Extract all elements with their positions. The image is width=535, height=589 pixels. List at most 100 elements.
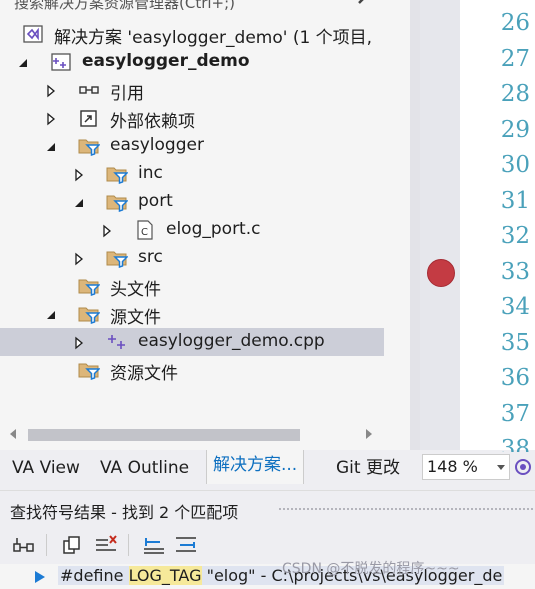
cpp-file-icon [106,332,128,352]
line-number: 32 [500,223,530,249]
tree-item-label: 资源文件 [110,364,178,384]
tree-item-label: port [138,191,173,211]
line-number: 30 [500,152,530,178]
breakpoint-icon[interactable] [427,259,455,287]
scroll-left-arrow-icon[interactable] [10,429,16,439]
tree-item[interactable]: easylogger_demo [0,48,384,76]
zoom-select[interactable]: 148 % [422,454,510,480]
go-to-definition-icon[interactable] [12,534,36,556]
c-file-icon: C [134,220,156,240]
tree-item-label: 引用 [110,84,144,104]
scroll-thumb[interactable] [28,429,300,441]
line-number: 36 [500,365,530,391]
tree-item-label: easylogger_demo [82,51,250,71]
editor-splitter[interactable] [410,0,420,450]
expanded-arrow-icon[interactable] [44,139,58,153]
result-prefix: #define [60,566,129,585]
collapsed-arrow-icon[interactable] [72,251,86,266]
clear-all-icon[interactable] [94,534,118,556]
tool-window-tabs: VA View VA Outline 解决方案... Git 更改 [0,450,410,484]
line-number: 26 [500,10,530,36]
watermark: CSDN @不脱发的程序~~~ [282,561,460,577]
tree-item[interactable]: 源文件 [0,300,384,328]
line-number: 29 [500,116,530,143]
references-icon [78,80,100,100]
vertical-scroll-track[interactable] [385,0,410,424]
zoom-value: 148 % [427,457,478,476]
line-number: 35 [500,329,530,356]
tree-item-label: easylogger [110,135,204,155]
line-number: 27 [500,45,530,72]
tree-item[interactable]: easylogger [0,132,384,160]
collapsed-arrow-icon[interactable] [72,167,86,182]
solution-explorer: 搜索解决方案资源管理器(Ctrl+;) 解决方案 'easylogger_dem… [0,0,410,450]
filter-folder-icon [78,360,101,381]
line-number: 28 [500,81,530,107]
filter-folder-icon [106,164,129,185]
filter-folder-icon [78,136,101,157]
tree-item[interactable]: src [0,244,384,272]
search-box[interactable]: 搜索解决方案资源管理器(Ctrl+;) [0,0,410,12]
tree-item[interactable]: Celog_port.c [0,216,384,244]
filter-folder-icon [106,248,129,269]
tab-va-outline[interactable]: VA Outline [100,454,189,482]
scroll-right-arrow-icon[interactable] [366,429,372,439]
result-match: LOG_TAG [128,566,202,585]
tree-item[interactable]: 引用 [0,76,384,104]
toolbar-separator [46,534,47,556]
cpp-project-icon [50,52,72,72]
line-number-gutter: 26 27 28 29 30 31 32 33 34 35 36 37 38 [460,0,535,462]
tab-git-changes[interactable]: Git 更改 [336,454,400,482]
line-number: 34 [500,294,530,320]
find-results-header: 查找符号结果 - 找到 2 个匹配项 [0,490,535,527]
filter-folder-icon [106,192,129,213]
expanded-arrow-icon[interactable] [44,307,58,321]
tree-item[interactable]: 资源文件 [0,356,384,384]
find-results-title: 查找符号结果 - 找到 2 个匹配项 [10,503,239,522]
tree-item-label: 外部依赖项 [110,112,195,132]
line-number: 33 [500,258,530,285]
tree-item-label: 解决方案 'easylogger_demo' (1 个项目, [54,28,373,48]
filter-folder-icon [78,304,101,325]
search-icon[interactable] [356,0,382,10]
line-number: 37 [500,400,530,427]
copy-icon[interactable] [60,534,84,556]
previous-result-icon[interactable] [142,534,166,556]
tree-item[interactable]: 头文件 [0,272,384,300]
tree-item[interactable]: port [0,188,384,216]
code-health-icon[interactable] [514,458,532,476]
collapsed-arrow-icon[interactable] [44,111,58,126]
toolbar-separator [128,534,129,556]
tree-item[interactable]: easylogger_demo.cpp [0,328,384,356]
chevron-down-icon[interactable] [497,465,505,470]
collapsed-arrow-icon[interactable] [72,335,86,350]
external-deps-icon [78,108,100,128]
tree-item[interactable]: 解决方案 'easylogger_demo' (1 个项目, [0,20,384,48]
filter-folder-icon [78,276,101,297]
search-placeholder: 搜索解决方案资源管理器(Ctrl+;) [14,0,236,12]
result-arrow-icon [35,571,45,583]
tree-item-label: inc [138,163,163,183]
next-result-icon[interactable] [174,534,198,556]
svg-text:C: C [141,227,148,238]
tree-item-label: src [138,247,163,267]
tree-item[interactable]: 外部依赖项 [0,104,384,132]
line-number: 31 [500,187,530,214]
tree-item-label: easylogger_demo.cpp [138,331,325,351]
tree-item[interactable]: inc [0,160,384,188]
horizontal-scrollbar[interactable] [0,424,385,446]
collapsed-arrow-icon[interactable] [44,83,58,98]
title-grip [278,507,535,512]
find-results-toolbar [0,528,535,562]
expanded-arrow-icon[interactable] [72,195,86,209]
tree-item-label: 头文件 [110,280,161,300]
expanded-arrow-icon[interactable] [16,55,30,69]
solution-icon [22,24,44,44]
zoom-bar: 148 % [420,452,535,482]
breakpoint-margin[interactable] [420,0,460,450]
collapsed-arrow-icon[interactable] [100,223,114,238]
tab-solution-explorer[interactable]: 解决方案... [206,450,305,484]
tab-va-view[interactable]: VA View [12,454,80,482]
tree-item-label: 源文件 [110,308,161,328]
tree-item-label: elog_port.c [166,219,261,239]
